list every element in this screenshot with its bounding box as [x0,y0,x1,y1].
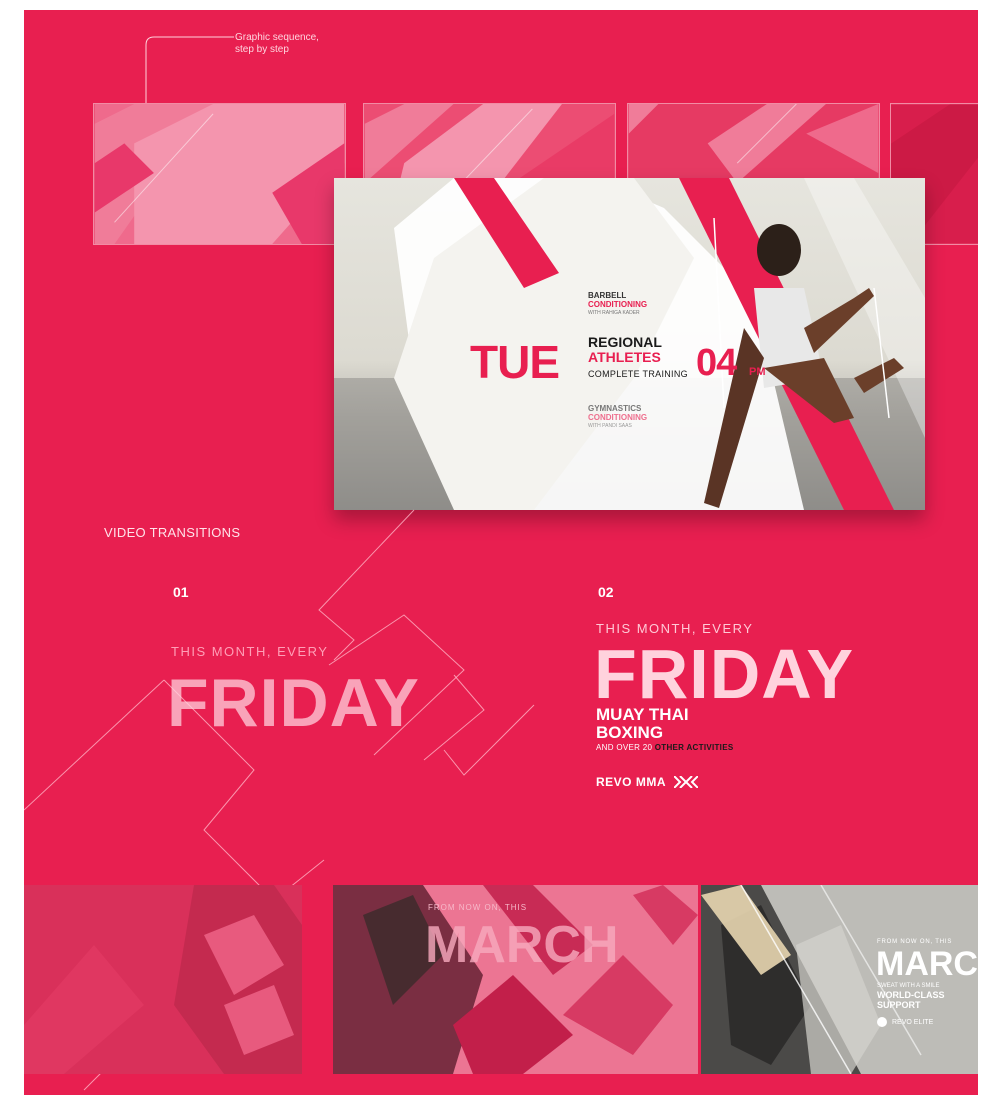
hero-time: 04 [696,342,737,384]
transition-1-label: THIS MONTH, EVERY [171,644,329,659]
main-title-line-1: REGIONAL [588,334,662,350]
hero-bottom-class: GYMNASTICS CONDITIONING WITH PANDI SAAS [588,404,647,431]
thumb-3-headline: WORLD-CLASS SUPPORT [877,990,945,1010]
top-class-line-3: WITH RAHIGA KADER [588,310,640,316]
thumb-3-brand: REVO ELITE [877,1017,933,1027]
presentation-board: Graphic sequence, step by step TUE BARBE… [24,10,978,1095]
revo-elite-icon [877,1017,887,1027]
thumb-3-big-text: MARC [876,945,978,983]
callout-line-1: Graphic sequence, [235,32,319,43]
hero-main-title: REGIONAL ATHLETES COMPLETE TRAINING [588,334,688,380]
transition-2-brand: REVO MMA [596,775,698,789]
hero-top-class: BARBELL CONDITIONING WITH RAHIGA KADER [588,291,647,318]
brand-chevron-icon [674,776,698,788]
section-title: VIDEO TRANSITIONS [104,525,241,540]
thumb-3-line-3: SUPPORT [877,1000,921,1010]
thumb-2-big-text: MARCH [425,916,619,974]
transition-2-note-prefix: AND OVER 20 [596,743,653,752]
main-title-line-2: ATHLETES [588,349,661,365]
revo-elite-logo: REVO ELITE [892,1018,934,1026]
transition-thumbnail-2: FROM NOW ON, THIS MARCH [333,885,698,1074]
revo-mma-logo: REVO MMA [596,775,666,789]
transition-2-big-text: FRIDAY [594,635,855,713]
top-class-line-2: CONDITIONING [588,300,648,309]
transition-thumbnail-3: FROM NOW ON, THIS MARC SWEAT WITH A SMIL… [701,885,978,1074]
transition-2-number: 02 [598,584,614,600]
transition-2-label: THIS MONTH, EVERY [596,621,754,636]
thumb-2-label: FROM NOW ON, THIS [428,903,528,912]
callout-text: Graphic sequence, step by step [235,32,355,56]
hero-day: TUE [470,336,560,388]
transition-2-sub-1: MUAY THAI [596,705,689,724]
transition-thumbnail-1 [24,885,302,1074]
top-class-line-1: BARBELL [588,291,627,300]
main-title-line-3: COMPLETE TRAINING [588,369,688,379]
hero-slide: TUE BARBELL CONDITIONING WITH RAHIGA KAD… [334,178,925,510]
transition-1-number: 01 [173,584,189,600]
bottom-class-line-1: GYMNASTICS [588,404,642,413]
thumb-3-line-2: WORLD-CLASS [877,990,945,1000]
sequence-frame-1 [93,103,346,245]
callout-line-2: step by step [235,44,289,55]
transition-1-big-text: FRIDAY [167,665,420,741]
transition-2-note-highlight: OTHER ACTIVITIES [654,743,734,752]
transition-2-subtitle: MUAY THAI BOXING [596,706,689,742]
transition-2-note: AND OVER 20 OTHER ACTIVITIES [596,743,733,752]
bottom-class-line-2: CONDITIONING [588,413,648,422]
thumb-3-line-1: SWEAT WITH A SMILE [877,983,940,989]
bottom-class-line-3: WITH PANDI SAAS [588,423,632,429]
transition-2-sub-2: BOXING [596,723,664,742]
hero-ampm: PM [749,366,766,378]
